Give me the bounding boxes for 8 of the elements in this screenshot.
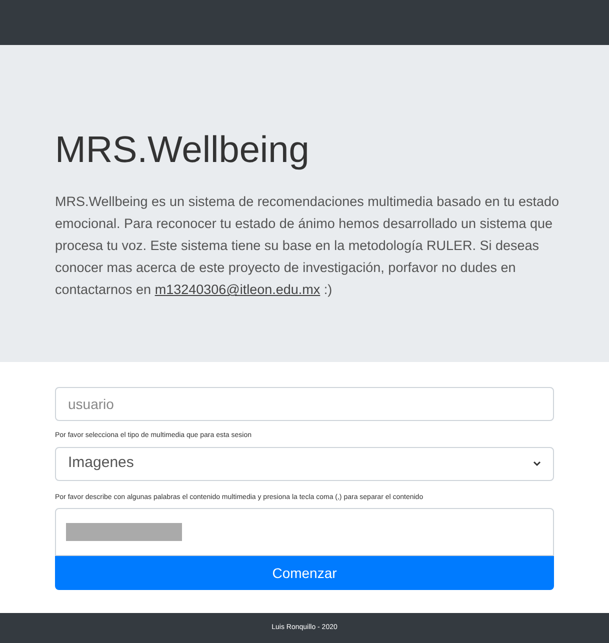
tags-field[interactable] xyxy=(55,508,554,556)
media-type-select[interactable]: Imagenes xyxy=(55,446,554,480)
email-link[interactable]: m13240306@itleon.edu.mx xyxy=(154,282,320,298)
chevron-down-icon xyxy=(533,460,541,466)
username-field[interactable]: usuario xyxy=(55,387,554,421)
hero-description: MRS.Wellbeing es un sistema de recomendaciones multimedia basado en tu estado emocional. Para reconocer tu estado de ánimo hemos desarrollado un sistema que procesa tu voz. Este sistema tiene su base en la metodología RULER. Si deseas conocer mas acerca de este proyecto de investigación, porfavor no dudes en contactarnos en m13240306@itleon.edu.mx :) xyxy=(55,193,560,300)
hero-title: MRS.Wellbeing xyxy=(55,128,310,172)
start-button[interactable]: Comenzar xyxy=(55,556,554,590)
